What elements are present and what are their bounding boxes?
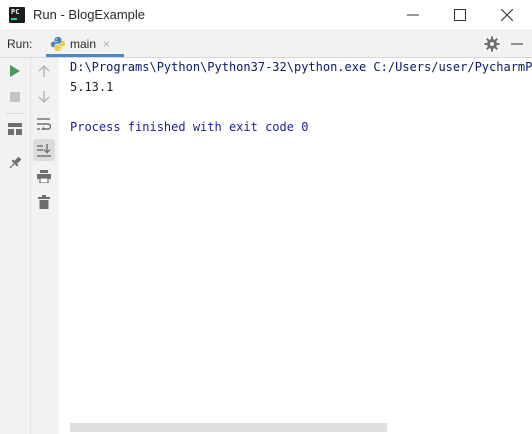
stop-icon (10, 92, 20, 102)
down-arrow-icon (38, 91, 50, 103)
maximize-icon (454, 9, 466, 21)
run-tab-row: Run: main × (0, 31, 532, 58)
up-arrow-icon (38, 65, 50, 77)
tab-active-indicator (46, 54, 124, 57)
console-output[interactable]: D:\Programs\Python\Python37-32\python.ex… (60, 58, 532, 434)
run-toolbar-secondary (31, 58, 59, 434)
clear-all-button[interactable] (33, 191, 55, 213)
program-output: 5.13.1 (70, 80, 114, 94)
scroll-to-end-icon (37, 143, 51, 157)
print-button[interactable] (33, 165, 55, 187)
exit-message: Process finished with exit code 0 (70, 120, 309, 134)
rerun-button[interactable] (4, 60, 26, 82)
close-icon (501, 9, 513, 21)
stop-button[interactable] (4, 86, 26, 108)
pycharm-icon: PC (9, 7, 25, 23)
run-toolbar-primary (0, 58, 31, 434)
layout-icon (8, 123, 22, 135)
tab-label: main (70, 37, 97, 51)
run-label: Run: (7, 37, 33, 51)
run-icon (10, 65, 20, 77)
maximize-button[interactable] (437, 0, 483, 30)
tab-main[interactable]: main × (46, 31, 124, 57)
pin-tab-button[interactable] (4, 152, 26, 174)
python-icon (51, 37, 65, 51)
pin-icon (9, 156, 22, 169)
title-bar: PC Run - BlogExample (0, 0, 532, 31)
next-occurrence-button[interactable] (33, 86, 55, 108)
layout-button[interactable] (4, 118, 26, 140)
soft-wrap-icon (37, 118, 51, 130)
gear-icon[interactable] (484, 36, 500, 52)
trash-icon (38, 195, 50, 209)
soft-wrap-button[interactable] (33, 113, 55, 135)
window-title: Run - BlogExample (33, 7, 145, 22)
scroll-to-end-button[interactable] (33, 139, 55, 161)
print-icon (37, 169, 51, 183)
tab-close-icon[interactable]: × (103, 37, 110, 51)
command-line: D:\Programs\Python\Python37-32\python.ex… (70, 60, 532, 74)
minimize-icon (407, 14, 419, 16)
hide-panel-icon[interactable] (510, 36, 524, 52)
previous-occurrence-button[interactable] (33, 60, 55, 82)
minimize-button[interactable] (390, 0, 436, 30)
close-button[interactable] (484, 0, 530, 30)
horizontal-scrollbar[interactable] (70, 423, 387, 432)
